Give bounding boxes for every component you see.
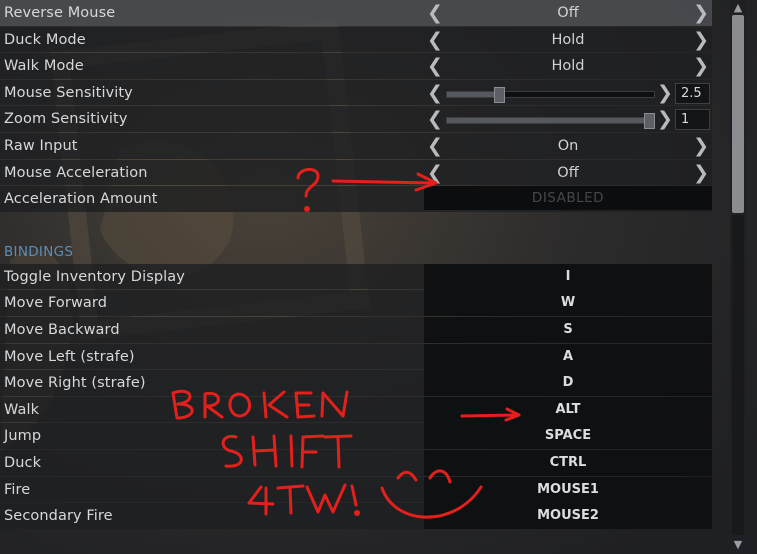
key-binding-button[interactable]: MOUSE1	[424, 476, 712, 503]
slider-control[interactable]: ❮ ❯ 2.5	[424, 80, 712, 106]
binding-row-duck[interactable]: Duck CTRL	[0, 449, 712, 476]
slider-thumb[interactable]	[644, 113, 655, 130]
chevron-right-icon[interactable]: ❯	[657, 106, 673, 132]
binding-row-move-forward[interactable]: Move Forward W	[0, 290, 712, 317]
chevron-right-icon[interactable]: ❯	[693, 0, 709, 26]
binding-row-jump[interactable]: Jump SPACE	[0, 423, 712, 450]
key-binding-button[interactable]: CTRL	[424, 449, 712, 476]
key-binding-button[interactable]: W	[424, 290, 712, 317]
setting-label: Acceleration Amount	[4, 191, 158, 208]
setting-label: Duck Mode	[4, 31, 86, 48]
option-selector[interactable]: ❮ Off ❯	[424, 0, 712, 26]
scroll-up-icon[interactable]: ▲	[730, 1, 746, 15]
setting-label: Raw Input	[4, 137, 78, 154]
key-binding-button[interactable]: I	[424, 263, 712, 290]
binding-label: Secondary Fire	[4, 508, 113, 525]
scrollbar-thumb[interactable]	[732, 15, 744, 213]
key-binding-button[interactable]: SPACE	[424, 423, 712, 450]
binding-label: Move Backward	[4, 321, 120, 338]
binding-label: Move Forward	[4, 295, 108, 312]
setting-row-zoom-sensitivity[interactable]: Zoom Sensitivity ❮ ❯ 1	[0, 106, 712, 132]
setting-row-acceleration-amount: Acceleration Amount DISABLED	[0, 186, 712, 212]
setting-label: Walk Mode	[4, 58, 84, 75]
binding-row-secondary-fire[interactable]: Secondary Fire MOUSE2	[0, 503, 712, 530]
option-selector[interactable]: ❮ Hold ❯	[424, 27, 712, 53]
chevron-left-icon[interactable]: ❮	[427, 80, 443, 106]
binding-row-move-left[interactable]: Move Left (strafe) A	[0, 343, 712, 370]
option-selector[interactable]: ❮ On ❯	[424, 133, 712, 159]
setting-label: Mouse Acceleration	[4, 164, 148, 181]
settings-panel: Reverse Mouse ❮ Off ❯ Duck Mode ❮ Hold ❯…	[0, 0, 712, 530]
binding-row-toggle-inventory[interactable]: Toggle Inventory Display I	[0, 263, 712, 290]
setting-label: Zoom Sensitivity	[4, 111, 128, 128]
binding-label: Move Right (strafe)	[4, 375, 146, 392]
option-value: Hold	[551, 31, 585, 48]
binding-label: Fire	[4, 481, 31, 498]
binding-row-walk[interactable]: Walk ALT	[0, 396, 712, 423]
binding-label: Toggle Inventory Display	[4, 268, 185, 285]
setting-row-raw-input[interactable]: Raw Input ❮ On ❯	[0, 132, 712, 159]
vertical-scrollbar[interactable]: ▲ ▼	[730, 0, 746, 554]
chevron-right-icon[interactable]: ❯	[693, 133, 709, 159]
setting-row-reverse-mouse[interactable]: Reverse Mouse ❮ Off ❯	[0, 0, 712, 26]
option-value: Off	[557, 5, 579, 21]
binding-row-fire[interactable]: Fire MOUSE1	[0, 476, 712, 503]
disabled-value: DISABLED	[531, 190, 605, 207]
setting-label: Reverse Mouse	[4, 5, 116, 21]
chevron-right-icon[interactable]: ❯	[693, 53, 709, 79]
slider-thumb[interactable]	[494, 86, 505, 103]
binding-row-move-right[interactable]: Move Right (strafe) D	[0, 370, 712, 397]
binding-label: Jump	[4, 428, 42, 445]
option-selector[interactable]: ❮ Hold ❯	[424, 53, 712, 79]
setting-row-mouse-sensitivity[interactable]: Mouse Sensitivity ❮ ❯ 2.5	[0, 79, 712, 106]
section-title: BINDINGS	[4, 243, 74, 260]
setting-row-duck-mode[interactable]: Duck Mode ❮ Hold ❯	[0, 26, 712, 53]
key-binding-button[interactable]: ALT	[424, 396, 712, 423]
binding-label: Duck	[4, 454, 42, 471]
option-selector[interactable]: ❮ Off ❯	[424, 160, 712, 186]
binding-label: Move Left (strafe)	[4, 348, 135, 365]
sensitivity-value-input[interactable]: 2.5	[675, 82, 710, 104]
scroll-down-icon[interactable]: ▼	[730, 538, 746, 552]
option-value: Off	[557, 164, 579, 181]
disabled-field: DISABLED	[424, 186, 712, 211]
chevron-right-icon[interactable]: ❯	[657, 80, 673, 106]
bindings-section-header: BINDINGS	[0, 213, 712, 264]
slider-control[interactable]: ❮ ❯ 1	[424, 106, 712, 132]
key-binding-button[interactable]: MOUSE2	[424, 503, 712, 530]
setting-label: Mouse Sensitivity	[4, 84, 133, 101]
key-binding-button[interactable]: D	[424, 370, 712, 397]
setting-row-walk-mode[interactable]: Walk Mode ❮ Hold ❯	[0, 53, 712, 79]
scrollbar-track[interactable]	[732, 215, 744, 535]
chevron-right-icon[interactable]: ❯	[693, 160, 709, 186]
chevron-right-icon[interactable]: ❯	[693, 27, 709, 53]
chevron-left-icon[interactable]: ❮	[427, 106, 443, 132]
slider-fill	[447, 91, 497, 97]
disabled-control: DISABLED	[424, 186, 712, 212]
setting-row-mouse-acceleration[interactable]: Mouse Acceleration ❮ Off ❯	[0, 159, 712, 186]
binding-row-move-backward[interactable]: Move Backward S	[0, 316, 712, 343]
option-value: On	[557, 137, 579, 154]
binding-label: Walk	[4, 401, 40, 418]
key-binding-button[interactable]: A	[424, 343, 712, 370]
slider-track[interactable]	[446, 86, 655, 103]
option-value: Hold	[551, 58, 585, 75]
slider-track[interactable]	[446, 113, 655, 130]
slider-fill	[447, 118, 654, 124]
zoom-value-input[interactable]: 1	[675, 109, 710, 131]
key-binding-button[interactable]: S	[424, 316, 712, 343]
